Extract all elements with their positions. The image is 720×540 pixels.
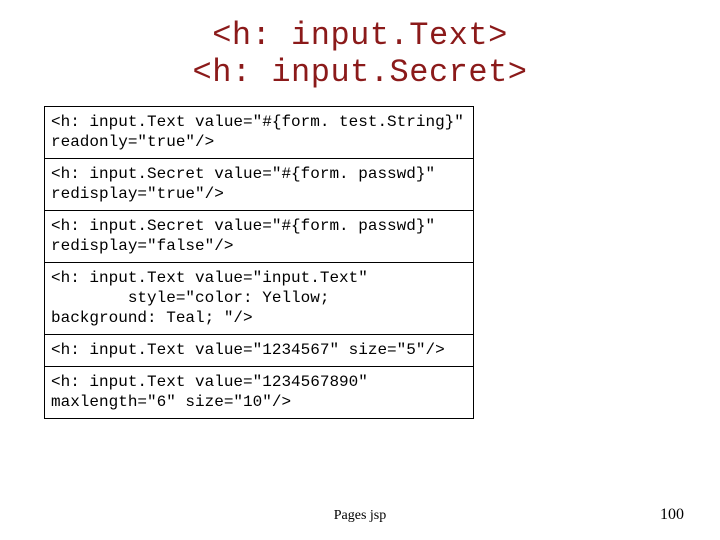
title-line-1: <h: input.Text> xyxy=(0,18,720,55)
table-row: <h: input.Text value="1234567" size="5"/… xyxy=(45,334,474,366)
slide-title: <h: input.Text> <h: input.Secret> xyxy=(0,0,720,92)
code-cell: <h: input.Text value="1234567890" maxlen… xyxy=(45,366,474,418)
code-cell: <h: input.Text value="#{form. test.Strin… xyxy=(45,106,474,158)
slide: <h: input.Text> <h: input.Secret> <h: in… xyxy=(0,0,720,540)
table-row: <h: input.Text value="input.Text" style=… xyxy=(45,262,474,334)
code-cell: <h: input.Secret value="#{form. passwd}"… xyxy=(45,210,474,262)
code-table-wrap: <h: input.Text value="#{form. test.Strin… xyxy=(44,106,474,419)
code-cell: <h: input.Text value="1234567" size="5"/… xyxy=(45,334,474,366)
title-line-2: <h: input.Secret> xyxy=(0,55,720,92)
table-row: <h: input.Text value="#{form. test.Strin… xyxy=(45,106,474,158)
code-cell: <h: input.Secret value="#{form. passwd}"… xyxy=(45,158,474,210)
code-cell: <h: input.Text value="input.Text" style=… xyxy=(45,262,474,334)
table-row: <h: input.Secret value="#{form. passwd}"… xyxy=(45,158,474,210)
page-number: 100 xyxy=(660,506,684,524)
footer-center: Pages jsp xyxy=(0,508,720,524)
table-row: <h: input.Text value="1234567890" maxlen… xyxy=(45,366,474,418)
code-table: <h: input.Text value="#{form. test.Strin… xyxy=(44,106,474,419)
table-row: <h: input.Secret value="#{form. passwd}"… xyxy=(45,210,474,262)
